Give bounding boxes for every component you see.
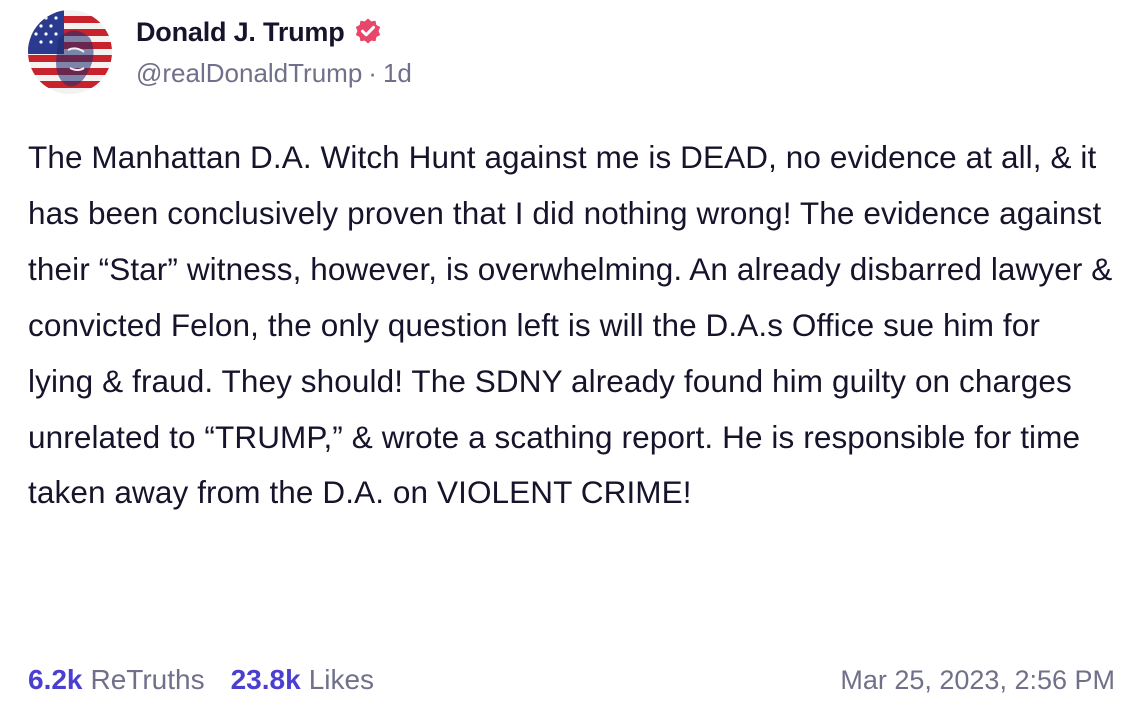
likes-count: 23.8k (230, 664, 301, 695)
post-stats: 6.2k ReTruths 23.8k Likes (28, 664, 400, 696)
post-header: Donald J. Trump @realDonaldTrump · 1d (28, 10, 412, 94)
author-meta: @realDonaldTrump · 1d (136, 54, 412, 92)
post-body: The Manhattan D.A. Witch Hunt against me… (28, 139, 1113, 511)
avatar[interactable] (28, 10, 112, 94)
post-footer: 6.2k ReTruths 23.8k Likes Mar 25, 2023, … (28, 656, 1115, 704)
author-display-name[interactable]: Donald J. Trump (136, 17, 345, 48)
post-timestamp[interactable]: Mar 25, 2023, 2:56 PM (840, 665, 1115, 696)
verified-badge-icon (353, 17, 383, 47)
relative-time[interactable]: 1d (383, 58, 412, 89)
author-handle[interactable]: @realDonaldTrump (136, 58, 362, 89)
truth-post: Donald J. Trump @realDonaldTrump · 1d Th… (0, 0, 1130, 722)
name-row: Donald J. Trump (136, 12, 412, 52)
retruths-label: ReTruths (90, 664, 205, 695)
meta-separator: · (368, 57, 377, 88)
likes-stat[interactable]: 23.8k Likes (231, 664, 374, 696)
retruths-count: 6.2k (28, 664, 83, 695)
flag-portrait-avatar (28, 10, 112, 94)
retruths-stat[interactable]: 6.2k ReTruths (28, 664, 205, 696)
likes-label: Likes (308, 664, 375, 695)
author-identity: Donald J. Trump @realDonaldTrump · 1d (136, 12, 412, 92)
